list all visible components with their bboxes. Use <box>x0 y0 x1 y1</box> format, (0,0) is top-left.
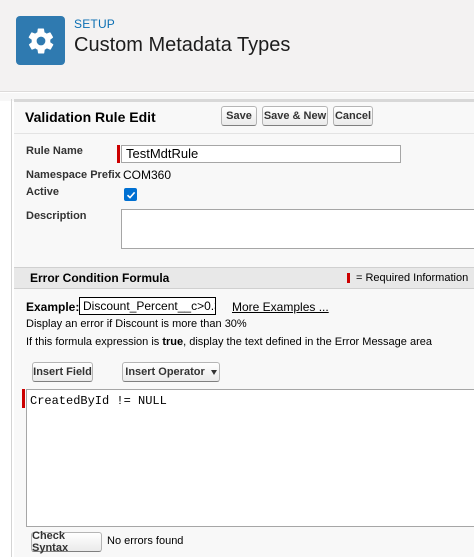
active-checkbox[interactable] <box>124 188 137 201</box>
panel-title: Validation Rule Edit <box>25 109 156 125</box>
syntax-status: No errors found <box>107 535 184 547</box>
insert-field-button[interactable]: Insert Field <box>32 362 93 382</box>
namespace-prefix-label: Namespace Prefix <box>26 169 121 181</box>
required-marker <box>347 273 350 283</box>
setup-label: SETUP <box>74 17 116 31</box>
formula-note-text: If this formula expression is <box>26 336 163 348</box>
namespace-prefix-value: COM360 <box>123 168 172 182</box>
more-examples-link[interactable]: More Examples ... <box>232 300 329 314</box>
formula-note: If this formula expression is true, disp… <box>26 336 432 348</box>
required-marker <box>22 389 25 408</box>
section-title: Error Condition Formula <box>30 271 170 285</box>
formula-note-text-end: , display the text defined in the Error … <box>183 336 432 348</box>
description-textarea[interactable] <box>121 209 474 249</box>
active-label: Active <box>26 186 60 198</box>
rule-name-input[interactable]: TestMdtRule <box>121 145 401 163</box>
required-marker <box>117 145 120 163</box>
checkmark-icon <box>126 191 135 199</box>
chevron-down-icon <box>210 369 217 375</box>
panel-divider <box>14 133 474 134</box>
setup-header: SETUP Custom Metadata Types <box>0 0 474 92</box>
required-information-legend: = Required Information <box>356 272 469 284</box>
example-label: Example: <box>26 300 80 314</box>
gear-icon <box>16 16 65 65</box>
description-label: Description <box>26 210 87 222</box>
example-description: Display an error if Discount is more tha… <box>26 318 247 330</box>
save-button[interactable]: Save <box>221 106 257 126</box>
page-title: Custom Metadata Types <box>74 34 291 56</box>
left-border <box>11 99 12 557</box>
save-and-new-button[interactable]: Save & New <box>262 106 328 126</box>
check-syntax-button[interactable]: Check Syntax <box>31 530 102 554</box>
insert-operator-label: Insert Operator <box>125 366 205 378</box>
rule-name-label: Rule Name <box>26 145 83 157</box>
insert-operator-button[interactable]: Insert Operator <box>122 362 220 382</box>
formula-editor[interactable]: CreatedById != NULL <box>26 389 474 527</box>
formula-note-true: true <box>162 336 184 348</box>
example-formula: Discount_Percent__c>0.30 <box>79 297 216 315</box>
cancel-button[interactable]: Cancel <box>333 106 373 126</box>
